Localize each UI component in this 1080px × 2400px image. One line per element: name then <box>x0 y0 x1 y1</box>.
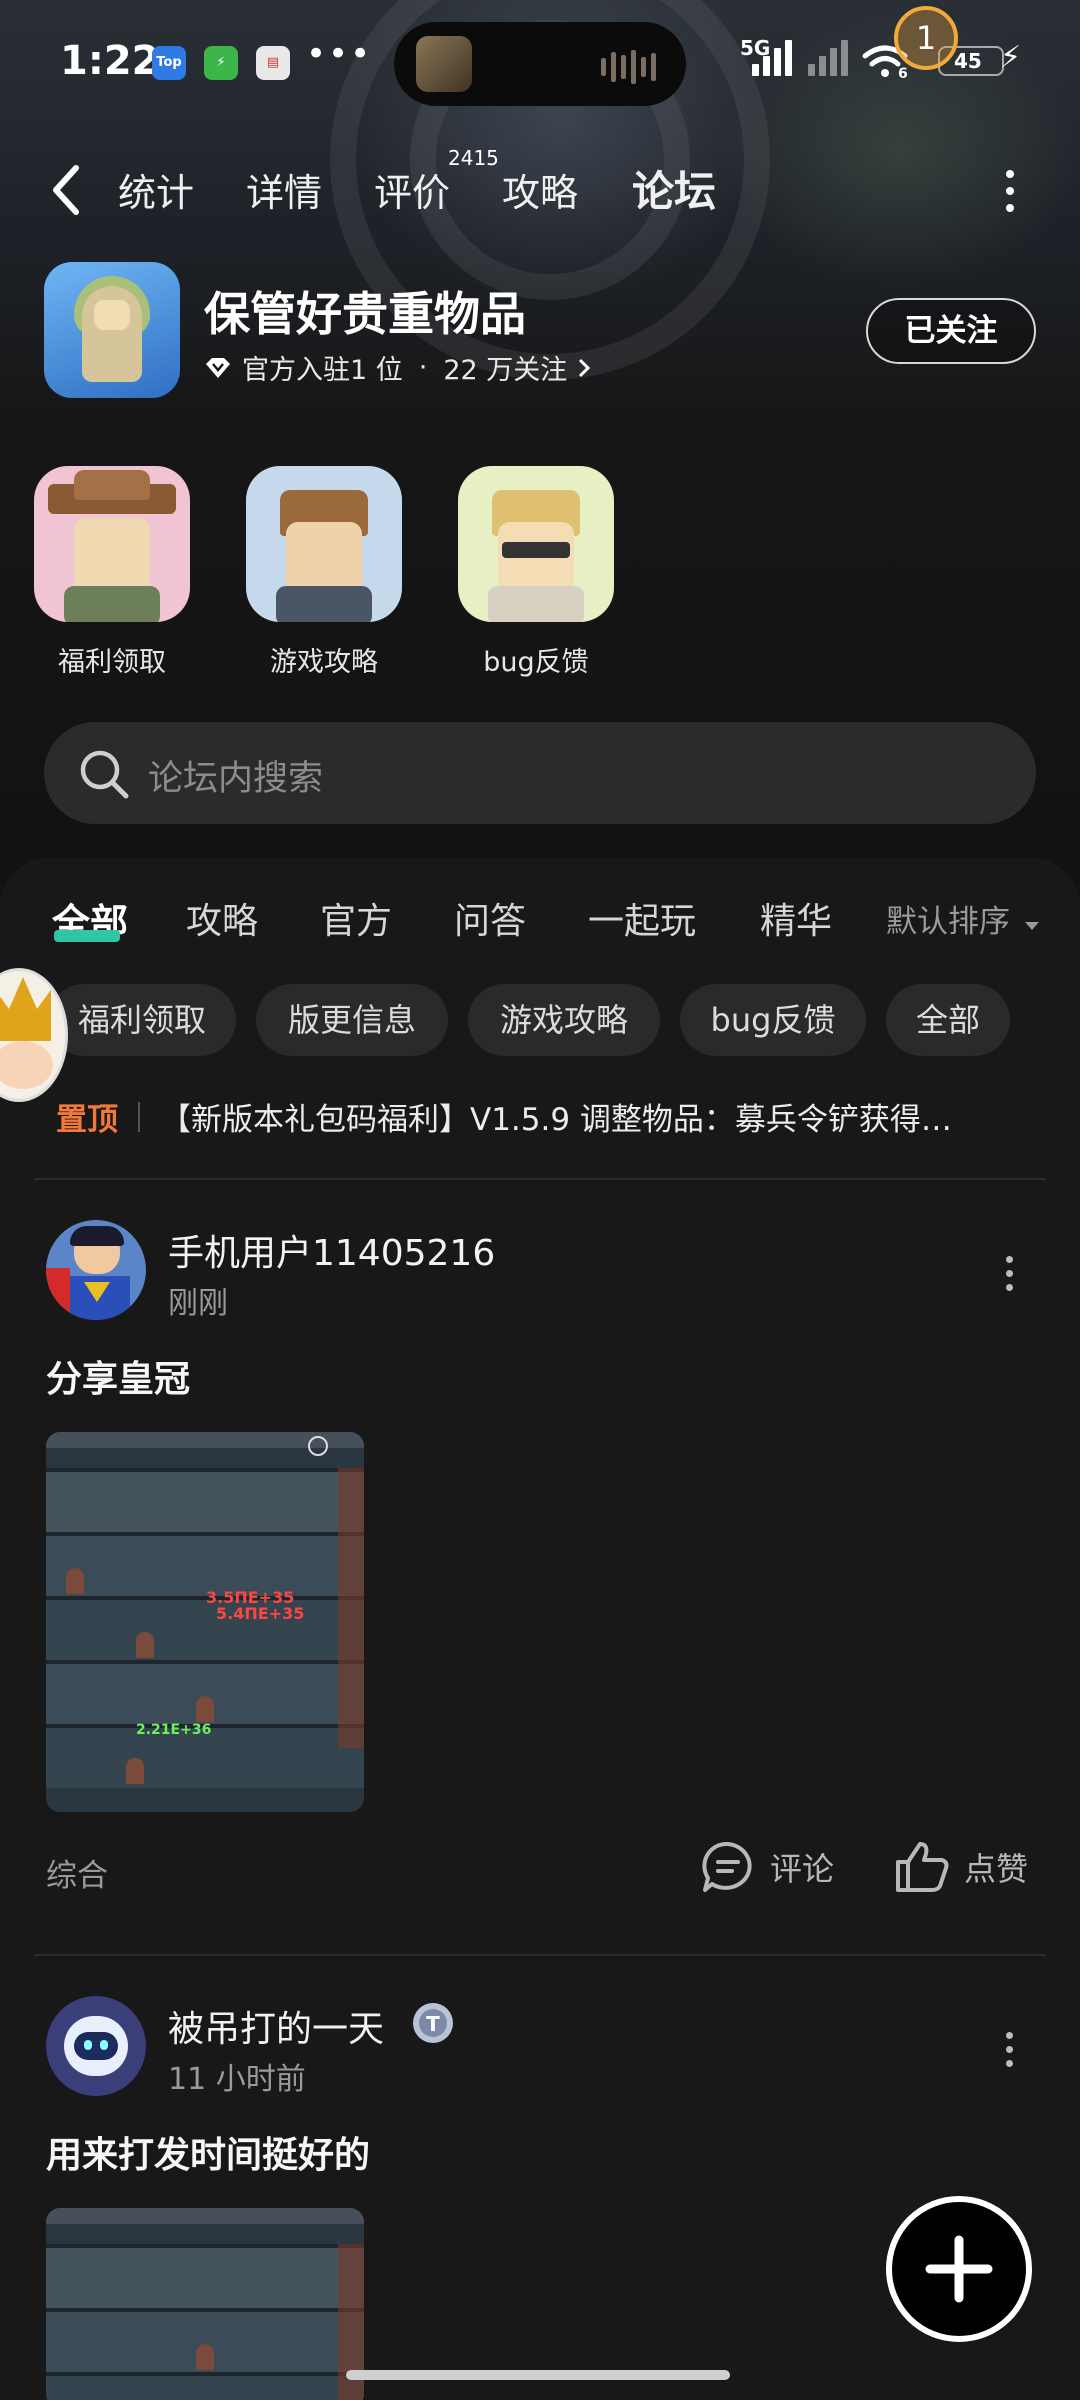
post-title[interactable]: 用来打发时间挺好的 <box>46 2126 370 2178</box>
forum-search-input[interactable]: 论坛内搜索 <box>44 722 1036 824</box>
game-title: 保管好贵重物品 <box>204 287 526 341</box>
username[interactable]: 手机用户11405216 <box>168 1224 495 1276</box>
follower-count: 22 万关注 <box>443 355 568 386</box>
notification-count-badge[interactable]: 1 <box>894 6 958 70</box>
notification-app-icon: ⚡ <box>204 46 238 80</box>
avatar[interactable] <box>46 1220 146 1320</box>
thumbs-up-icon <box>896 1842 949 1892</box>
post-image[interactable] <box>46 2208 364 2400</box>
comment-button[interactable]: 评论 <box>700 1840 834 1894</box>
home-indicator[interactable] <box>346 2370 730 2380</box>
pinned-tag: 置顶 <box>56 1102 118 1138</box>
diamond-icon <box>206 357 230 378</box>
chip-game-guides[interactable]: 游戏攻略 <box>468 984 660 1056</box>
svg-text:T: T <box>426 2012 440 2036</box>
comment-label: 评论 <box>770 1850 835 1888</box>
post-title[interactable]: 分享皇冠 <box>46 1350 190 1402</box>
game-meta[interactable]: 官方入驻1 位 · 22 万关注 <box>204 348 591 387</box>
dynamic-island[interactable] <box>394 22 686 106</box>
status-time: 1:22 <box>60 38 160 84</box>
chevron-right-icon <box>579 358 591 377</box>
tab-guides[interactable]: 攻略 <box>502 162 578 217</box>
shortcut-label: 游戏攻略 <box>270 647 378 678</box>
search-icon <box>80 750 129 799</box>
signal-secondary-icon <box>808 40 848 76</box>
back-icon[interactable] <box>46 160 86 220</box>
tab-featured[interactable]: 精华 <box>760 892 832 944</box>
tab-guides[interactable]: 攻略 <box>186 892 258 944</box>
caret-down-icon <box>1024 922 1039 930</box>
post-image[interactable]: 3.5ΠE+35 5.4ΠE+35 2.21E+36 <box>46 1432 364 1812</box>
chip-all[interactable]: 全部 <box>886 984 1010 1056</box>
wifi-number: 6 <box>898 66 908 82</box>
more-options-icon[interactable] <box>1006 170 1016 221</box>
shortcut-label: 福利领取 <box>58 647 166 678</box>
charging-icon: ⚡ <box>1000 40 1022 75</box>
more-notifications-icon: ••• <box>306 34 373 74</box>
tab-official[interactable]: 官方 <box>320 892 392 944</box>
tab-stats[interactable]: 统计 <box>118 162 194 217</box>
more-options-icon[interactable] <box>1006 1256 1016 1298</box>
user-level-badge-icon: T <box>413 2003 453 2043</box>
tab-qa[interactable]: 问答 <box>454 892 526 944</box>
welfare-avatar-icon <box>34 466 190 622</box>
notification-app-icon: Top <box>152 46 186 80</box>
official-rank: 官方入驻1 位 <box>242 355 403 386</box>
sort-dropdown[interactable]: 默认排序 <box>886 896 1040 941</box>
reviews-count-badge: 2415 <box>448 146 499 170</box>
tab-forum[interactable]: 论坛 <box>632 158 716 219</box>
like-button[interactable]: 点赞 <box>894 1840 1028 1894</box>
guides-avatar-icon <box>246 466 402 622</box>
status-bar: 1:22 Top ⚡ ▤ ••• 5G 6 45 ⚡ 1 <box>0 0 1080 120</box>
signal-icon <box>752 40 792 76</box>
tab-details[interactable]: 详情 <box>246 162 322 217</box>
notification-app-icon: ▤ <box>256 46 290 80</box>
shortcut-welfare[interactable]: 福利领取 <box>34 466 190 679</box>
chip-version-info[interactable]: 版更信息 <box>256 984 448 1056</box>
comment-icon <box>702 1841 752 1892</box>
shortcut-guides[interactable]: 游戏攻略 <box>246 466 402 679</box>
create-post-button[interactable] <box>886 2196 1032 2342</box>
search-placeholder: 论坛内搜索 <box>148 759 324 799</box>
sort-label: 默认排序 <box>886 904 1010 940</box>
pinned-post[interactable]: 置顶 【新版本礼包码福利】V1.5.9 调整物品：募兵令铲获得… <box>56 1094 1016 1139</box>
post-time: 11 小时前 <box>168 2062 306 2097</box>
tab-reviews[interactable]: 评价 <box>374 162 450 217</box>
shortcut-bug-report[interactable]: bug反馈 <box>458 466 614 679</box>
top-navigation: 统计 详情 评价 2415 攻略 论坛 <box>0 146 1080 230</box>
follow-button[interactable]: 已关注 <box>866 298 1036 364</box>
audio-wave-icon <box>601 50 656 84</box>
divider <box>34 1954 1046 1956</box>
battery-level: 45 <box>954 49 982 73</box>
active-category-indicator <box>54 930 120 942</box>
post-time: 刚刚 <box>168 1286 228 1321</box>
meta-separator: · <box>418 352 428 383</box>
divider <box>34 1178 1046 1180</box>
media-thumbnail <box>416 36 472 92</box>
pinned-title: 【新版本礼包码福利】V1.5.9 调整物品：募兵令铲获得… <box>160 1102 952 1138</box>
tab-play-together[interactable]: 一起玩 <box>588 892 696 944</box>
username[interactable]: 被吊打的一天 <box>168 2000 384 2052</box>
shortcut-label: bug反馈 <box>483 647 589 678</box>
more-options-icon[interactable] <box>1006 2032 1016 2074</box>
plus-icon <box>925 2235 993 2303</box>
game-icon[interactable] <box>44 262 180 398</box>
chip-welfare[interactable]: 福利领取 <box>48 984 236 1056</box>
bug-report-avatar-icon <box>458 466 614 622</box>
like-label: 点赞 <box>964 1850 1029 1888</box>
avatar[interactable] <box>46 1996 146 2096</box>
chip-bug-report[interactable]: bug反馈 <box>680 984 866 1056</box>
post-category: 综合 <box>46 1858 108 1894</box>
